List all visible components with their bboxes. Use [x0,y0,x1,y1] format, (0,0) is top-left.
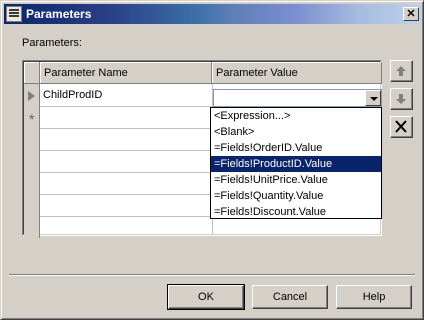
delete-button[interactable] [390,116,413,138]
parameter-name-cell[interactable]: ChildProdID [40,85,211,105]
move-up-button[interactable] [390,60,413,82]
parameters-label: Parameters: [22,37,82,49]
delete-x-icon [395,120,407,133]
down-arrow-icon [396,94,406,104]
help-button[interactable]: Help [336,285,412,309]
report-icon [6,6,22,22]
parameters-dialog: Parameters ✕ Parameters: Parameter Name … [0,0,424,320]
dropdown-option[interactable]: <Expression...> [211,108,381,124]
new-row-marker: * [29,111,35,127]
dropdown-option[interactable]: =Fields!UnitPrice.Value [211,172,381,188]
up-arrow-icon [396,66,406,76]
window-title: Parameters [26,7,92,21]
chevron-down-icon[interactable] [365,90,381,106]
grid-corner-header [24,62,40,84]
parameter-value-dropdown-list[interactable]: <Expression...> <Blank> =Fields!OrderID.… [210,107,382,219]
parameter-value-combobox[interactable] [213,89,382,107]
close-button[interactable]: ✕ [403,7,419,21]
dropdown-option[interactable]: =Fields!Discount.Value [211,204,381,220]
ok-button[interactable]: OK [167,284,245,310]
current-row-arrow-icon [28,91,35,101]
dropdown-option[interactable]: =Fields!Quantity.Value [211,188,381,204]
title-bar[interactable]: Parameters ✕ [4,4,422,24]
move-down-button[interactable] [390,88,413,110]
row-header-column [24,84,40,238]
column-header-parameter-value[interactable]: Parameter Value [212,62,382,84]
separator [9,274,415,276]
dropdown-option-selected[interactable]: =Fields!ProductID.Value [211,156,381,172]
cancel-button[interactable]: Cancel [252,285,328,309]
column-header-parameter-name[interactable]: Parameter Name [40,62,212,84]
dropdown-option[interactable]: <Blank> [211,124,381,140]
dropdown-option[interactable]: =Fields!OrderID.Value [211,140,381,156]
